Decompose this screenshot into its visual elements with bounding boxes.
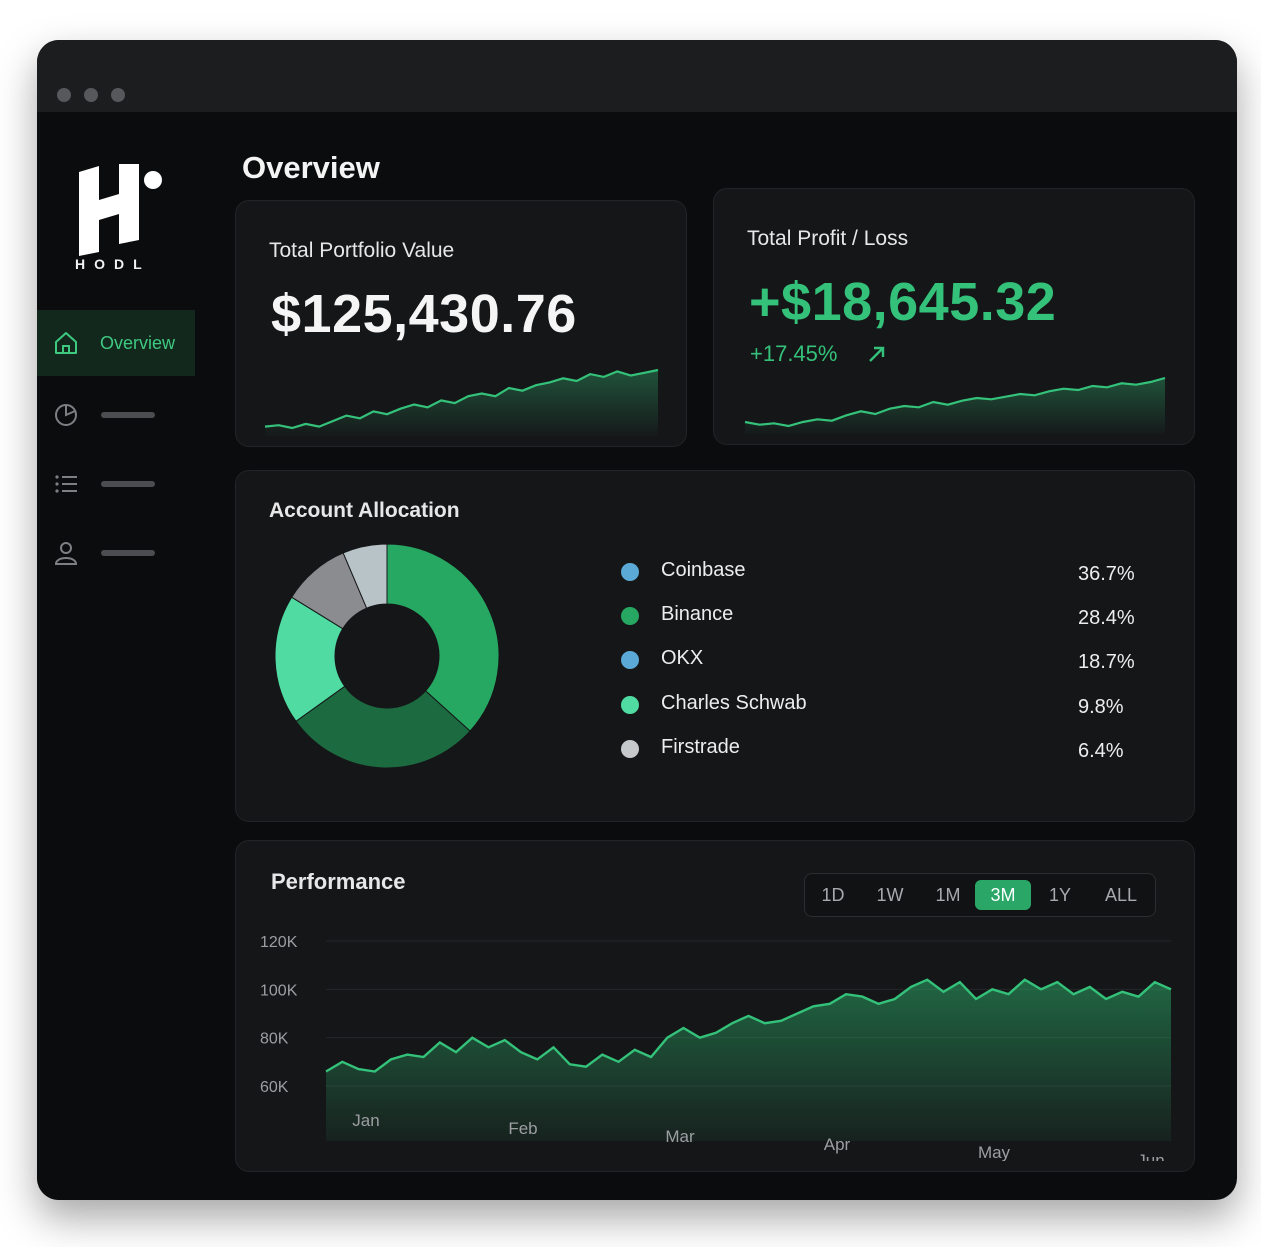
x-tick-label: Mar	[665, 1127, 695, 1146]
y-tick-label: 60K	[260, 1079, 289, 1096]
allocation-row-coinbase: Coinbase 36.7%	[621, 557, 1141, 587]
y-tick-label: 120K	[260, 934, 298, 951]
account-allocation-title: Account Allocation	[269, 499, 460, 522]
brand-name: HODL	[75, 256, 151, 272]
x-tick-label: Jun	[1137, 1151, 1164, 1161]
range-1m-button[interactable]: 1M	[925, 880, 971, 910]
home-icon	[55, 332, 77, 354]
legend-percent: 18.7%	[1078, 651, 1135, 673]
legend-percent: 9.8%	[1078, 696, 1124, 718]
sidebar-item-label: Overview	[100, 333, 176, 353]
profit-loss-sparkline	[744, 376, 1166, 434]
legend-name: Charles Schwab	[661, 692, 807, 714]
page-title: Overview	[242, 150, 380, 185]
legend-dot	[621, 607, 639, 625]
range-all-button[interactable]: ALL	[1095, 880, 1147, 910]
sidebar: HODL Overview	[37, 112, 227, 1200]
legend-percent: 6.4%	[1078, 740, 1124, 762]
range-1y-button[interactable]: 1Y	[1040, 880, 1080, 910]
x-tick-label: Feb	[508, 1119, 537, 1138]
range-1d-button[interactable]: 1D	[813, 880, 853, 910]
allocation-row-binance: Binance 28.4%	[621, 601, 1141, 631]
app-window: HODL Overview Overview Total Portfolio V…	[37, 40, 1237, 1200]
portfolio-value-label: Total Portfolio Value	[269, 239, 455, 262]
user-icon	[54, 542, 78, 565]
profit-loss-value: +$18,645.32	[749, 272, 1057, 332]
allocation-row-firstrade: Firstrade 6.4%	[621, 734, 1141, 764]
allocation-row-charles-schwab: Charles Schwab 9.8%	[621, 690, 1141, 720]
legend-dot	[621, 696, 639, 714]
sidebar-item-overview[interactable]: Overview	[37, 310, 195, 376]
legend-name: Firstrade	[661, 736, 740, 758]
profit-loss-card: Total Profit / Loss +$18,645.32 +17.45%	[713, 188, 1195, 445]
portfolio-sparkline	[264, 368, 659, 436]
window-close-dot[interactable]	[57, 88, 71, 102]
account-allocation-card: Account Allocation Coinbase 36.7% Binanc…	[235, 470, 1195, 822]
x-tick-label: Apr	[824, 1135, 851, 1154]
legend-name: Binance	[661, 603, 734, 625]
performance-area	[326, 979, 1171, 1141]
list-icon	[55, 475, 77, 493]
performance-chart: 120K 100K 80K 60K Jan Feb Mar Apr May Jun	[260, 934, 1172, 1161]
legend-percent: 36.7%	[1078, 563, 1135, 585]
window-maximize-dot[interactable]	[111, 88, 125, 102]
arrow-up-right-icon	[869, 346, 885, 362]
legend-percent: 28.4%	[1078, 607, 1135, 629]
y-tick-label: 80K	[260, 1031, 289, 1048]
profit-loss-label: Total Profit / Loss	[747, 227, 909, 250]
allocation-row-okx: OKX 18.7%	[621, 645, 1141, 675]
sidebar-item-list[interactable]	[37, 451, 195, 517]
sidebar-item-profile[interactable]	[37, 520, 195, 586]
legend-dot	[621, 651, 639, 669]
sidebar-item-placeholder	[101, 481, 155, 487]
legend-dot	[621, 563, 639, 581]
range-3m-button[interactable]: 3M	[975, 880, 1031, 910]
sidebar-item-placeholder	[101, 412, 155, 418]
x-tick-label: Jan	[352, 1111, 379, 1130]
x-tick-label: May	[978, 1143, 1011, 1161]
donut-slice-coinbase[interactable]	[386, 543, 500, 732]
performance-card: Performance 1D 1W 1M 3M 1Y ALL 120K 100K 8…	[235, 840, 1195, 1172]
performance-title: Performance	[271, 869, 406, 894]
window-minimize-dot[interactable]	[84, 88, 98, 102]
sidebar-item-placeholder	[101, 550, 155, 556]
legend-dot	[621, 740, 639, 758]
sidebar-item-allocation[interactable]	[37, 382, 195, 448]
portfolio-sparkline-area	[265, 370, 658, 436]
range-selector: 1D 1W 1M 3M 1Y ALL	[804, 873, 1156, 917]
window-titlebar	[37, 40, 1237, 112]
allocation-donut-chart	[274, 543, 500, 769]
pie-chart-icon	[55, 404, 77, 426]
legend-name: Coinbase	[661, 559, 746, 581]
range-1w-button[interactable]: 1W	[868, 880, 912, 910]
y-tick-label: 100K	[260, 982, 298, 999]
portfolio-value-card: Total Portfolio Value $125,430.76	[235, 200, 687, 447]
legend-name: OKX	[661, 647, 704, 669]
portfolio-value: $125,430.76	[271, 284, 577, 344]
